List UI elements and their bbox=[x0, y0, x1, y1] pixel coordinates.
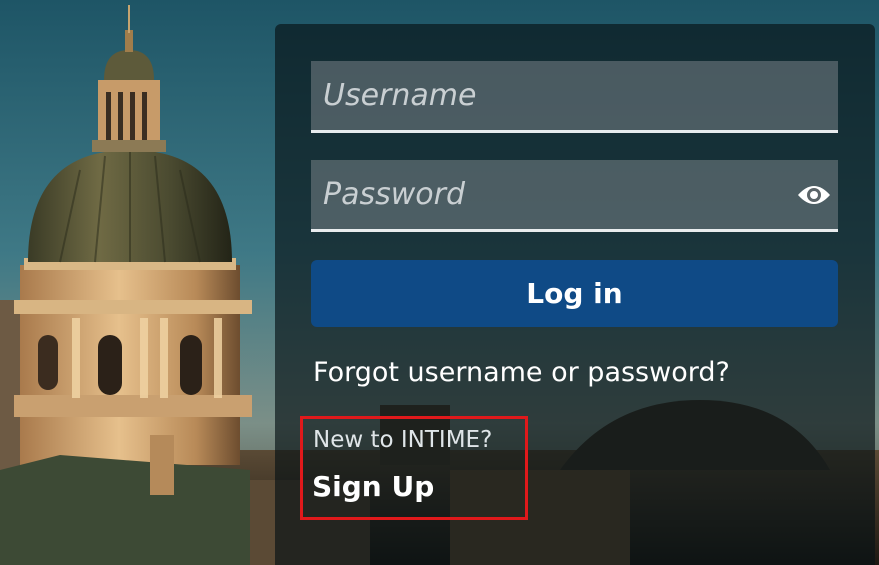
username-input[interactable] bbox=[311, 61, 838, 130]
username-field[interactable] bbox=[311, 61, 838, 133]
eye-icon[interactable] bbox=[796, 180, 832, 210]
password-field[interactable] bbox=[311, 160, 838, 232]
password-input[interactable] bbox=[311, 160, 838, 229]
login-panel: Log in Forgot username or password? New … bbox=[275, 24, 875, 565]
signup-link[interactable]: Sign Up bbox=[312, 470, 434, 503]
forgot-credentials-link[interactable]: Forgot username or password? bbox=[313, 357, 730, 388]
new-user-text: New to INTIME? bbox=[313, 427, 493, 453]
login-button[interactable]: Log in bbox=[311, 260, 838, 327]
